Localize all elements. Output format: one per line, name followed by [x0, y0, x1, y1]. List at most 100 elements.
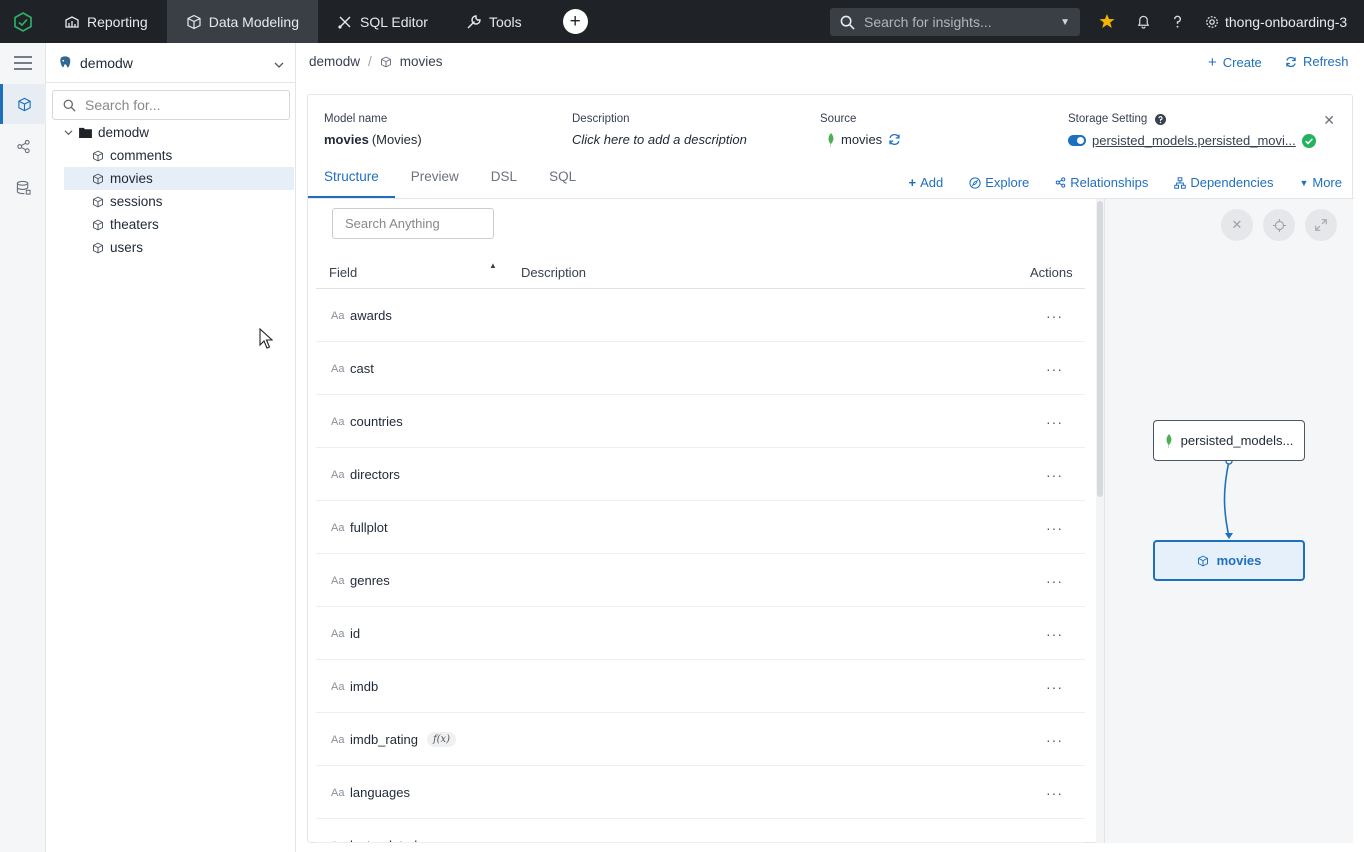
field-name[interactable]: imdb	[350, 679, 378, 694]
row-actions-icon[interactable]: ···	[1046, 626, 1063, 642]
table-row[interactable]: Aa countries ···	[316, 395, 1085, 448]
folder-label: demodw	[98, 125, 150, 140]
field-name[interactable]: languages	[350, 785, 410, 800]
table-scrollbar-thumb[interactable]	[1097, 201, 1103, 497]
tree-item-users[interactable]: users	[64, 236, 294, 259]
table-row[interactable]: Aa imdb_rating f(x) ···	[316, 713, 1085, 766]
plus-icon: +	[1208, 54, 1217, 71]
row-actions-icon[interactable]: ···	[1046, 732, 1063, 748]
mongodb-leaf-icon	[1166, 433, 1172, 448]
tree-item-comments[interactable]: comments	[64, 144, 294, 167]
text-type-icon: Aa	[331, 309, 345, 322]
nav-tab-tools[interactable]: Tools	[447, 0, 541, 43]
toggle-switch[interactable]	[1068, 135, 1086, 146]
chevron-down-icon[interactable]: ▼	[1060, 17, 1070, 28]
field-name[interactable]: imdb_rating f(x)	[350, 732, 457, 747]
search-icon	[840, 15, 855, 30]
star-icon[interactable]	[1098, 12, 1116, 30]
nav-tab-label: Tools	[488, 13, 522, 30]
create-button[interactable]: + Create	[1208, 54, 1262, 71]
tree-search-input[interactable]: Search for...	[52, 90, 290, 120]
row-actions-icon[interactable]: ···	[1046, 414, 1063, 430]
tree-folder-demodw[interactable]: demodw	[64, 121, 294, 144]
column-header-field[interactable]: Field	[329, 265, 357, 280]
text-type-icon: Aa	[331, 468, 345, 481]
lineage-model-label: movies	[1216, 553, 1262, 568]
field-name[interactable]: lastupdated	[350, 838, 417, 842]
insights-search-input[interactable]: Search for insights... ▼	[830, 8, 1080, 36]
rail-models-icon[interactable]	[0, 84, 46, 124]
row-actions-icon[interactable]: ···	[1046, 361, 1063, 377]
table-row[interactable]: Aa cast ···	[316, 342, 1085, 395]
row-actions-icon[interactable]: ···	[1046, 785, 1063, 801]
caret-down-icon: ▼	[1299, 177, 1309, 188]
source-value[interactable]: movies	[827, 132, 901, 147]
tab-sql[interactable]: SQL	[533, 169, 592, 198]
relationships-button[interactable]: Relationships	[1055, 175, 1148, 190]
lineage-source-node[interactable]: persisted_models...	[1153, 420, 1305, 461]
rail-datasets-icon[interactable]	[0, 167, 46, 207]
text-type-icon: Aa	[331, 840, 344, 843]
model-name-value[interactable]: movies (Movies)	[324, 132, 422, 147]
tab-dsl[interactable]: DSL	[475, 169, 533, 198]
table-row[interactable]: Aa directors ···	[316, 448, 1085, 501]
table-row[interactable]: Aa languages ···	[316, 766, 1085, 819]
storage-setting-value[interactable]: persisted_models.persisted_movi...	[1068, 133, 1316, 148]
hamburger-menu-icon[interactable]	[0, 43, 46, 83]
help-icon[interactable]	[1155, 113, 1167, 125]
row-actions-icon[interactable]: ···	[1046, 838, 1063, 843]
table-row[interactable]: Aa genres ···	[316, 554, 1085, 607]
table-row[interactable]: Aa lastupdated ···	[316, 819, 1085, 843]
refresh-button[interactable]: Refresh	[1285, 54, 1349, 69]
tree-item-movies[interactable]: movies	[64, 167, 294, 190]
chevron-down-icon[interactable]	[64, 128, 73, 137]
row-actions-icon[interactable]: ···	[1046, 308, 1063, 324]
table-row-content: Aa directors ···	[316, 448, 1085, 500]
nav-tab-sql-editor[interactable]: SQL Editor	[318, 0, 447, 43]
row-actions-icon[interactable]: ···	[1046, 679, 1063, 695]
rail-relationships-icon[interactable]	[0, 126, 46, 166]
table-row[interactable]: Aa awards ···	[316, 289, 1085, 342]
tree-search-placeholder: Search for...	[85, 97, 161, 113]
gear-icon	[1206, 15, 1218, 28]
field-name[interactable]: directors	[350, 467, 400, 482]
bell-icon[interactable]	[1134, 12, 1152, 30]
datasource-select[interactable]: demodw	[46, 43, 296, 83]
breadcrumb-root[interactable]: demodw	[309, 54, 360, 69]
explore-button[interactable]: Explore	[969, 175, 1029, 190]
sort-asc-icon[interactable]: ▲	[489, 261, 497, 270]
field-name[interactable]: cast	[350, 361, 374, 376]
tree-item-theaters[interactable]: theaters	[64, 213, 294, 236]
add-new-button[interactable]: +	[562, 9, 588, 34]
nav-tab-reporting[interactable]: Reporting	[45, 0, 167, 43]
description-input[interactable]: Click here to add a description	[572, 132, 747, 147]
table-row[interactable]: Aa fullplot ···	[316, 501, 1085, 554]
tree-item-sessions[interactable]: sessions	[64, 190, 294, 213]
nav-tab-data-modeling[interactable]: Data Modeling	[166, 0, 318, 43]
field-search-input[interactable]: Search Anything	[332, 208, 494, 239]
help-icon[interactable]	[1168, 12, 1186, 30]
workspace-menu[interactable]: thong-onboarding-3	[1205, 0, 1347, 43]
table-row[interactable]: Aa id ···	[316, 607, 1085, 660]
field-name[interactable]: awards	[350, 308, 392, 323]
dependencies-button[interactable]: Dependencies	[1174, 175, 1273, 190]
add-field-button[interactable]: + Add	[908, 175, 943, 190]
field-name[interactable]: fullplot	[350, 520, 388, 535]
field-name-label: cast	[350, 361, 374, 376]
table-row[interactable]: Aa imdb ···	[316, 660, 1085, 713]
close-icon[interactable]: ✕	[1323, 112, 1335, 129]
app-logo-icon[interactable]	[0, 0, 45, 43]
lineage-model-node[interactable]: movies	[1153, 540, 1305, 581]
field-name[interactable]: id	[350, 626, 360, 641]
row-actions-icon[interactable]: ···	[1046, 467, 1063, 483]
refresh-icon[interactable]	[888, 133, 901, 146]
more-button[interactable]: ▼ More	[1299, 175, 1342, 190]
storage-link[interactable]: persisted_models.persisted_movi...	[1092, 133, 1296, 148]
refresh-label: Refresh	[1303, 54, 1349, 69]
tab-preview[interactable]: Preview	[395, 169, 475, 198]
field-name[interactable]: countries	[350, 414, 403, 429]
field-name[interactable]: genres	[350, 573, 390, 588]
row-actions-icon[interactable]: ···	[1046, 520, 1063, 536]
tab-structure[interactable]: Structure	[308, 169, 395, 198]
row-actions-icon[interactable]: ···	[1046, 573, 1063, 589]
